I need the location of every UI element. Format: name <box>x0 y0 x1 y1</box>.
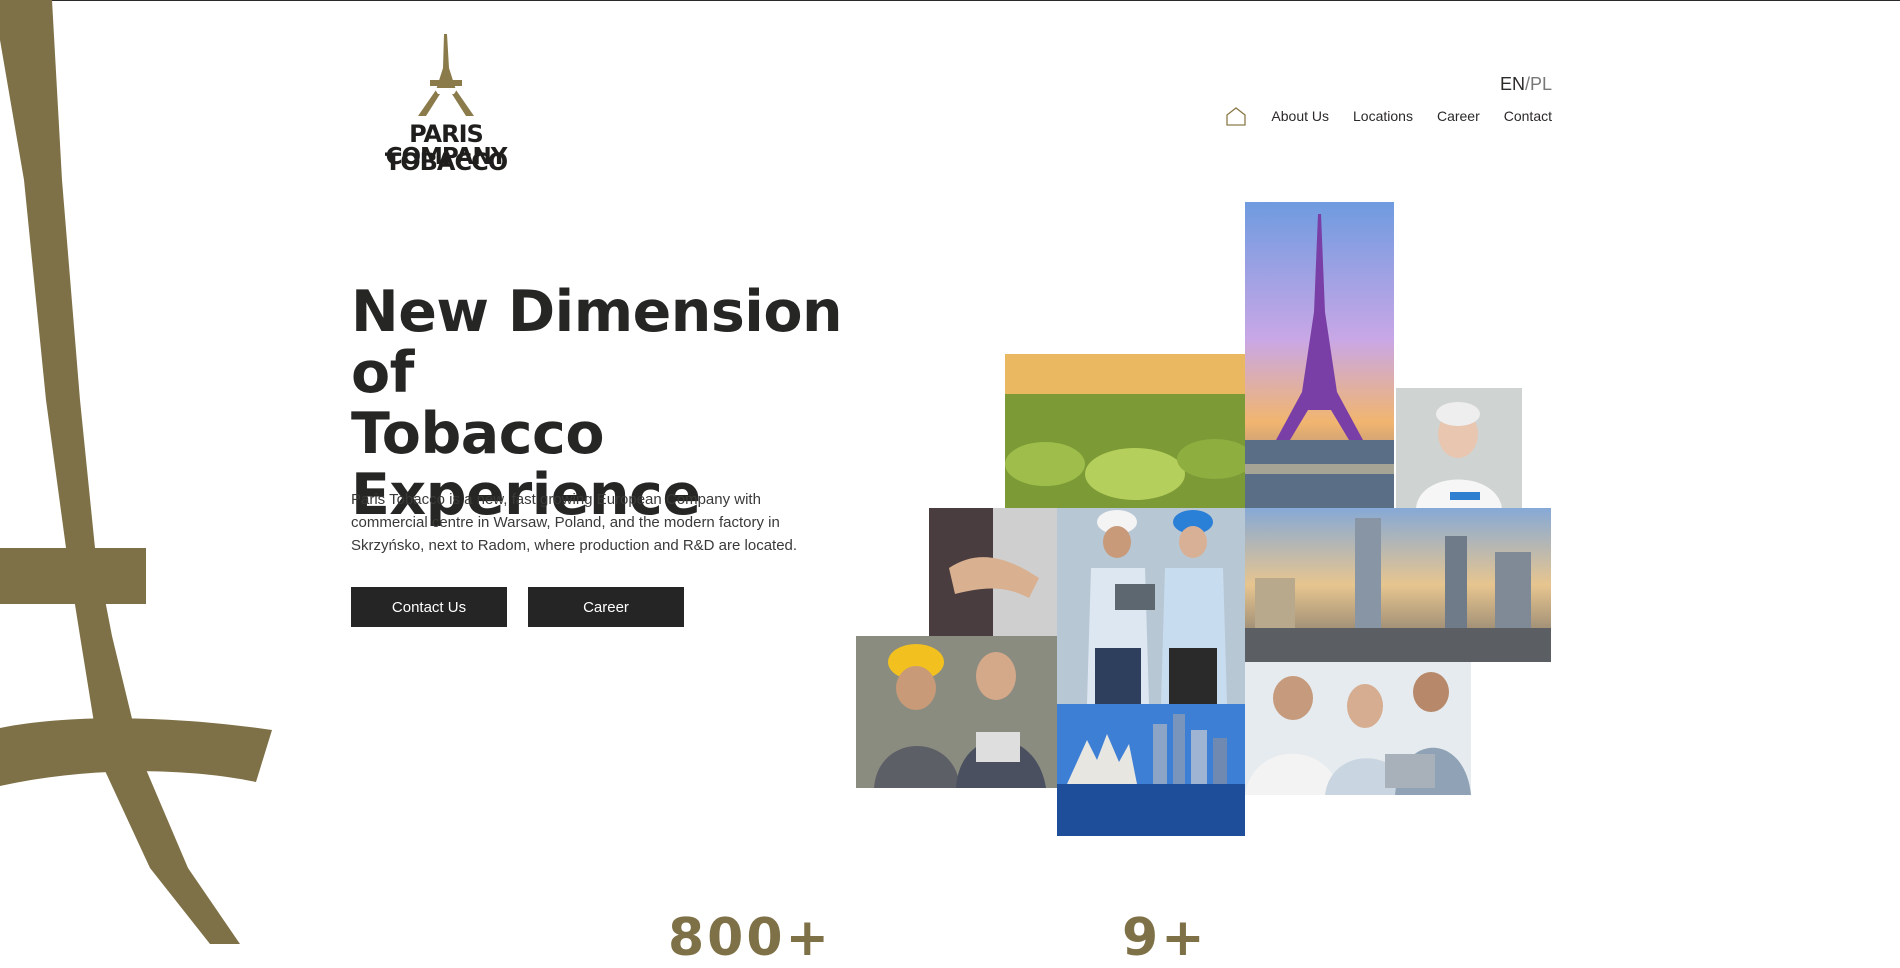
engineers-photo <box>1057 508 1245 704</box>
eiffel-logo-icon <box>418 34 474 116</box>
tobacco-field-photo <box>1005 354 1245 508</box>
career-button[interactable]: Career <box>528 587 684 627</box>
home-icon[interactable] <box>1225 106 1247 126</box>
logo-text-line2: COMPANY <box>385 144 508 170</box>
hero-title-line1: New Dimension of <box>351 279 843 406</box>
nav-contact[interactable]: Contact <box>1504 108 1552 124</box>
warsaw-skyline-photo <box>1245 508 1551 662</box>
language-switch: EN/PL <box>1500 74 1552 95</box>
stat-employees: 800+ <box>668 908 833 968</box>
hero-description: Paris Tobacco is a new, fast growing Eur… <box>351 491 798 554</box>
main-nav: About Us Locations Career Contact <box>1225 106 1552 126</box>
lang-en[interactable]: EN <box>1500 74 1525 94</box>
office-team-photo <box>1245 662 1471 795</box>
lang-pl[interactable]: PL <box>1530 74 1552 94</box>
lab-worker-photo <box>1396 388 1522 508</box>
singapore-skyline-photo <box>1057 704 1245 836</box>
contact-us-button[interactable]: Contact Us <box>351 587 507 627</box>
nav-career[interactable]: Career <box>1437 108 1480 124</box>
handshake-photo <box>929 508 1057 636</box>
hardhat-workers-photo <box>856 636 1057 788</box>
eiffel-decoration <box>0 0 272 944</box>
stat-countries: 9+ <box>1122 908 1208 968</box>
company-logo[interactable]: PARIS TOBACCO COMPANY <box>350 32 542 176</box>
eiffel-tower-photo <box>1245 202 1394 508</box>
nav-about-us[interactable]: About Us <box>1271 108 1329 124</box>
hero-title-line2: Tobacco <box>351 401 604 467</box>
nav-locations[interactable]: Locations <box>1353 108 1413 124</box>
